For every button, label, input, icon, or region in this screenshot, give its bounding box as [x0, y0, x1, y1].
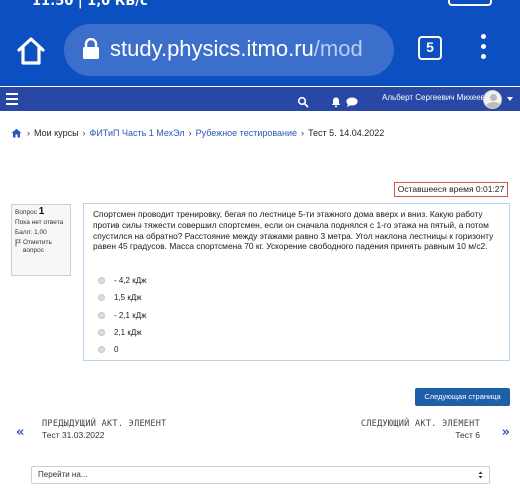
- answer-label: 1,5 кДж: [114, 293, 142, 303]
- messages-icon[interactable]: [345, 93, 359, 107]
- breadcrumb-course[interactable]: ФИТиП Часть 1 МехЭл: [90, 128, 185, 138]
- next-activity-label: СЛЕДУЮЩИЙ АКТ. ЭЛЕМЕНТ: [360, 419, 480, 429]
- status-bar: 11:50 | 1,0 КБ/с: [0, 0, 520, 10]
- more-menu-icon[interactable]: [476, 34, 490, 64]
- answer-option[interactable]: 0: [98, 341, 147, 358]
- answer-radio[interactable]: [98, 277, 105, 285]
- question-text: Спортсмен проводит тренировку, бегая по …: [93, 209, 494, 252]
- search-icon[interactable]: [297, 93, 309, 108]
- url-host: study.physics.itmo.ru: [110, 36, 314, 61]
- browser-toolbar: study.physics.itmo.ru/mod 5: [0, 10, 520, 86]
- answer-label: 2,1 кДж: [114, 328, 142, 338]
- jump-to-select[interactable]: Перейти на...: [31, 466, 490, 484]
- breadcrumb-separator-icon: ›: [27, 128, 30, 138]
- tab-switcher-button[interactable]: 5: [418, 36, 442, 60]
- answer-radio[interactable]: [98, 329, 105, 337]
- user-menu-name[interactable]: Альберт Сергеевич Михеев: [382, 93, 485, 102]
- double-chevron-right-icon: »: [501, 425, 510, 440]
- breadcrumb-separator-icon: ›: [301, 128, 305, 138]
- flag-question-button[interactable]: Отметить вопрос: [15, 239, 67, 255]
- answer-label: - 2,1 кДж: [114, 310, 147, 320]
- breadcrumb-separator-icon: ›: [188, 128, 192, 138]
- answer-option[interactable]: 2,1 кДж: [98, 324, 147, 341]
- answer-radio[interactable]: [98, 346, 105, 354]
- answer-option[interactable]: - 4,2 кДж: [98, 272, 147, 289]
- question-number-value: 1: [38, 206, 45, 217]
- next-activity-link[interactable]: » СЛЕДУЮЩИЙ АКТ. ЭЛЕМЕНТ Тест 6: [320, 419, 510, 443]
- lock-icon: [82, 37, 100, 60]
- answer-radio[interactable]: [98, 294, 105, 302]
- answer-label: 0: [114, 345, 119, 355]
- question-status: Пока нет ответа: [15, 219, 64, 226]
- site-navbar: Альберт Сергеевич Михеев: [0, 87, 520, 111]
- answer-option[interactable]: - 2,1 кДж: [98, 307, 147, 324]
- breadcrumb-home-icon[interactable]: [11, 128, 22, 138]
- select-arrows-icon: [478, 470, 483, 480]
- flag-icon: [15, 239, 21, 247]
- question-number: Вопрос 1: [15, 206, 67, 217]
- breadcrumb-current-test: Тест 5. 14.04.2022: [308, 128, 385, 138]
- next-page-button[interactable]: Следующая страница: [415, 388, 510, 406]
- flag-question-label: Отметить вопрос: [23, 239, 52, 254]
- url-path: /mod: [313, 36, 363, 61]
- previous-activity-name: Тест 31.03.2022: [42, 430, 105, 440]
- notifications-bell-icon[interactable]: [330, 93, 342, 108]
- previous-activity-label: ПРЕДЫДУЩИЙ АКТ. ЭЛЕМЕНТ: [42, 419, 167, 429]
- answer-options: - 4,2 кДж 1,5 кДж - 2,1 кДж 2,1 кДж 0: [98, 272, 147, 358]
- next-activity-name: Тест 6: [455, 430, 480, 440]
- jump-to-select-value: Перейти на...: [38, 470, 88, 479]
- answer-label: - 4,2 кДж: [114, 276, 147, 286]
- home-icon[interactable]: [14, 34, 48, 68]
- url-text: study.physics.itmo.ru/mod: [110, 36, 363, 62]
- status-time: 11:50 | 1,0 КБ/с: [32, 0, 148, 9]
- breadcrumb-my-courses[interactable]: Мои курсы: [34, 128, 79, 138]
- address-bar[interactable]: study.physics.itmo.ru/mod: [64, 24, 394, 76]
- question-info-panel: Вопрос 1 Пока нет ответа Балл: 1,00 Отме…: [11, 204, 71, 276]
- breadcrumb-separator-icon: ›: [82, 128, 86, 138]
- time-remaining: Оставшееся время 0:01:27: [394, 182, 508, 197]
- question-content: Спортсмен проводит тренировку, бегая по …: [83, 203, 510, 361]
- question-max-mark: Балл: 1,00: [15, 229, 47, 236]
- breadcrumb: › Мои курсы › ФИТиП Часть 1 МехЭл › Рубе…: [11, 128, 384, 138]
- user-menu-caret-icon[interactable]: [507, 97, 513, 101]
- avatar[interactable]: [483, 90, 502, 109]
- double-chevron-left-icon: «: [16, 425, 25, 440]
- battery-icon: [448, 0, 492, 6]
- question-number-label: Вопрос: [15, 209, 37, 216]
- answer-option[interactable]: 1,5 кДж: [98, 289, 147, 306]
- previous-activity-link[interactable]: « ПРЕДЫДУЩИЙ АКТ. ЭЛЕМЕНТ Тест 31.03.202…: [16, 419, 216, 443]
- answer-radio[interactable]: [98, 311, 105, 319]
- hamburger-menu-icon[interactable]: [6, 93, 18, 105]
- breadcrumb-section[interactable]: Рубежное тестирование: [196, 128, 297, 138]
